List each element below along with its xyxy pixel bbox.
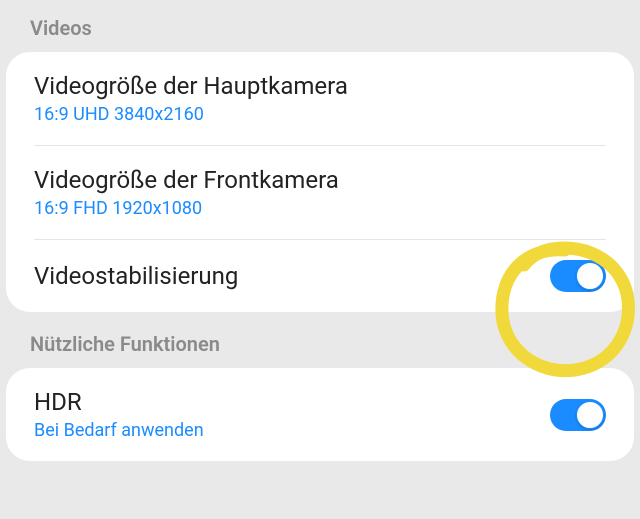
toggle-knob — [576, 262, 604, 290]
row-front-video-size[interactable]: Videogröße der Frontkamera 16:9 FHD 1920… — [6, 146, 634, 239]
row-text: HDR Bei Bedarf anwenden — [34, 388, 204, 441]
row-subtitle: 16:9 FHD 1920x1080 — [34, 198, 339, 219]
row-subtitle: Bei Bedarf anwenden — [34, 420, 204, 441]
row-title: Videogröße der Hauptkamera — [34, 72, 348, 100]
row-hdr[interactable]: HDR Bei Bedarf anwenden — [6, 368, 634, 461]
row-subtitle: 16:9 UHD 3840x2160 — [34, 104, 348, 125]
row-rear-video-size[interactable]: Videogröße der Hauptkamera 16:9 UHD 3840… — [6, 52, 634, 145]
toggle-video-stabilization[interactable] — [550, 260, 606, 292]
toggle-knob — [576, 401, 604, 429]
row-text: Videostabilisierung — [34, 262, 238, 290]
card-videos: Videogröße der Hauptkamera 16:9 UHD 3840… — [6, 52, 634, 312]
section-header-useful-functions: Nützliche Funktionen — [0, 316, 640, 368]
row-text: Videogröße der Frontkamera 16:9 FHD 1920… — [34, 166, 339, 219]
card-useful-functions: HDR Bei Bedarf anwenden — [6, 368, 634, 461]
row-title: HDR — [34, 388, 204, 416]
toggle-hdr[interactable] — [550, 399, 606, 431]
section-header-videos: Videos — [0, 0, 640, 52]
row-text: Videogröße der Hauptkamera 16:9 UHD 3840… — [34, 72, 348, 125]
row-title: Videostabilisierung — [34, 262, 238, 290]
row-video-stabilization[interactable]: Videostabilisierung — [6, 240, 634, 312]
row-title: Videogröße der Frontkamera — [34, 166, 339, 194]
